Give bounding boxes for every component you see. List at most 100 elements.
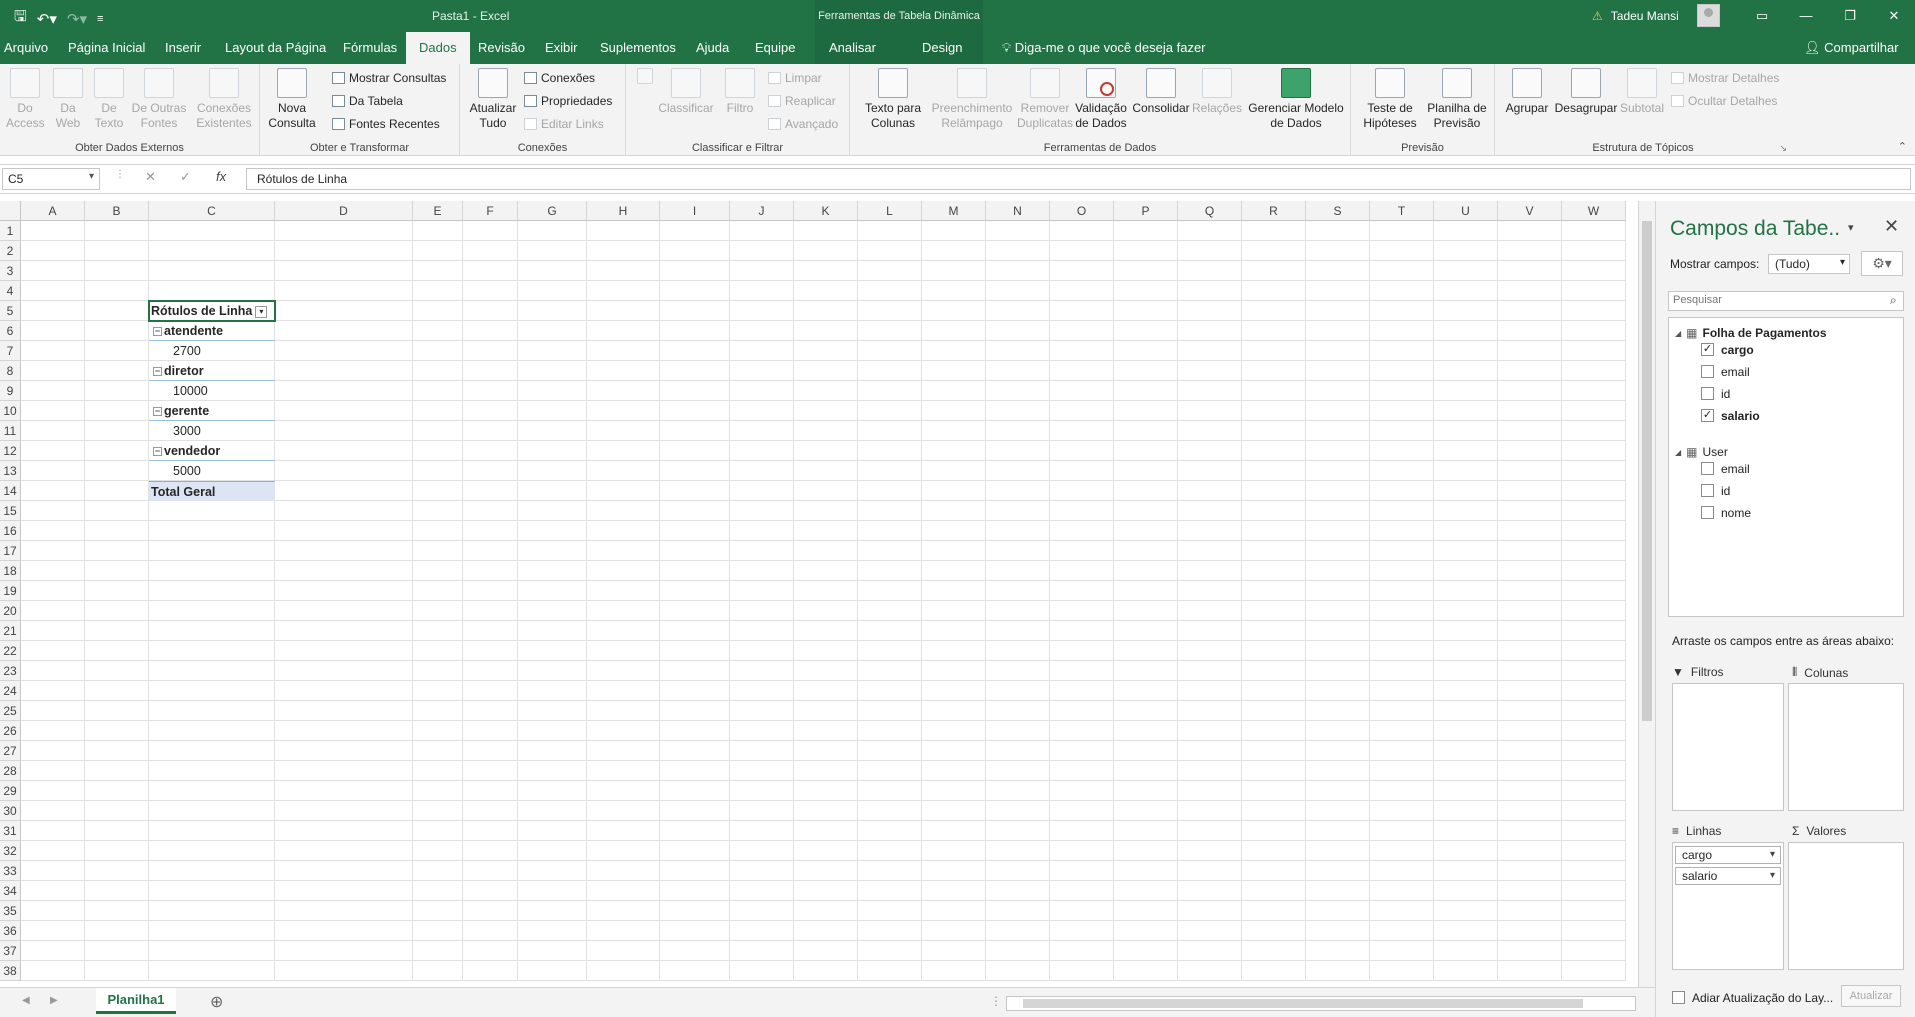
row-header[interactable]: 13 (0, 461, 21, 481)
row-header[interactable]: 38 (0, 961, 21, 981)
ribbon-display-icon[interactable]: ▭ (1740, 0, 1784, 32)
mostrar-consultas-button[interactable]: Mostrar Consultas (332, 71, 446, 85)
texto-para-colunas-button[interactable]: Texto para Colunas (862, 68, 924, 131)
tab-design[interactable]: Design (918, 32, 966, 64)
row-header[interactable]: 36 (0, 921, 21, 941)
columns-drop-area[interactable] (1788, 683, 1904, 811)
row-header[interactable]: 1 (0, 221, 21, 241)
de-outras-fontes-button[interactable]: De Outras Fontes (131, 68, 187, 131)
column-header[interactable]: S (1306, 201, 1370, 221)
da-web-button[interactable]: Da Web (50, 68, 86, 131)
desagrupar-button[interactable]: Desagrupar (1553, 68, 1619, 116)
column-header[interactable]: E (413, 201, 463, 221)
rows-drop-area[interactable]: cargo salario (1672, 842, 1784, 970)
search-input[interactable]: Pesquisar (1668, 291, 1904, 311)
row-header[interactable]: 29 (0, 781, 21, 801)
table-node[interactable]: ◢ ▦ User (1675, 445, 1728, 459)
atualizar-tudo-button[interactable]: Atualizar Tudo (468, 68, 518, 131)
column-header[interactable]: J (730, 201, 794, 221)
undo-icon[interactable]: ↶▾ (37, 10, 57, 28)
limpar-button[interactable]: Limpar (768, 71, 822, 85)
planilha-previsao-button[interactable]: Planilha de Previsão (1425, 68, 1489, 131)
row-header[interactable]: 16 (0, 521, 21, 541)
filtro-button[interactable]: Filtro (722, 68, 758, 116)
field-checkbox[interactable] (1701, 484, 1714, 497)
column-header[interactable]: B (85, 201, 149, 221)
minimize-icon[interactable]: — (1784, 0, 1828, 32)
insert-function-icon[interactable]: fx (216, 169, 226, 184)
row-header[interactable]: 28 (0, 761, 21, 781)
user-area[interactable]: ⚠ Tadeu Mansi (1592, 9, 1679, 23)
row-header[interactable]: 8 (0, 361, 21, 381)
tab-layout[interactable]: Layout da Página (221, 32, 330, 64)
save-icon[interactable]: 🖫 (14, 6, 27, 31)
row-header[interactable]: 22 (0, 641, 21, 661)
column-header[interactable]: W (1562, 201, 1626, 221)
column-header[interactable]: O (1050, 201, 1114, 221)
pivot-value-row[interactable]: 2700 (149, 341, 275, 361)
avancado-button[interactable]: Avançado (768, 117, 838, 131)
pivot-total-row[interactable]: Total Geral (149, 481, 275, 501)
select-all-corner[interactable] (0, 201, 21, 221)
row-header[interactable]: 30 (0, 801, 21, 821)
scroll-thumb[interactable] (1642, 221, 1652, 721)
column-header[interactable]: M (922, 201, 986, 221)
row-header[interactable]: 12 (0, 441, 21, 461)
restore-icon[interactable]: ❐ (1828, 0, 1872, 32)
de-texto-button[interactable]: De Texto (92, 68, 126, 131)
collapse-icon[interactable]: − (153, 367, 162, 377)
row-header[interactable]: 37 (0, 941, 21, 961)
row-header[interactable]: 10 (0, 401, 21, 421)
dialog-launcher-icon[interactable]: ↘ (1779, 143, 1787, 154)
avatar[interactable] (1697, 4, 1720, 27)
hscroll-thumb[interactable] (1023, 999, 1583, 1008)
vertical-scrollbar[interactable] (1638, 201, 1655, 987)
remover-duplicatas-button[interactable]: Remover Duplicatas (1013, 68, 1077, 131)
column-header[interactable]: F (463, 201, 518, 221)
field-checkbox[interactable]: ✓ (1701, 343, 1714, 356)
sheet-tab-planilha1[interactable]: Planilha1 (96, 988, 176, 1014)
column-header[interactable]: P (1114, 201, 1178, 221)
search-icon[interactable]: ⌕ (1890, 293, 1897, 308)
row-header[interactable]: 15 (0, 501, 21, 521)
collapse-icon[interactable]: − (153, 407, 162, 417)
pivot-value-row[interactable]: 10000 (149, 381, 275, 401)
tab-exibir[interactable]: Exibir (541, 32, 582, 64)
column-header[interactable]: V (1498, 201, 1562, 221)
column-header[interactable]: C (149, 201, 275, 221)
enter-icon[interactable]: ✓ (180, 169, 191, 185)
validacao-dados-button[interactable]: Validação de Dados (1072, 68, 1130, 131)
row-header[interactable]: 9 (0, 381, 21, 401)
conexoes-button[interactable]: Conexões (524, 71, 595, 85)
do-access-button[interactable]: Do Access (6, 68, 45, 131)
row-header[interactable]: 32 (0, 841, 21, 861)
pivot-header-cell[interactable]: Rótulos de Linha ▾ (148, 300, 276, 322)
relacoes-button[interactable]: Relações (1192, 68, 1242, 116)
row-field-salario[interactable]: salario (1675, 867, 1781, 885)
pivot-group-row[interactable]: − gerente (149, 401, 275, 421)
row-field-cargo[interactable]: cargo (1675, 846, 1781, 864)
tell-me-box[interactable]: 💡︎ Diga-me o que você deseja fazer (998, 32, 1210, 64)
row-header[interactable]: 23 (0, 661, 21, 681)
row-header[interactable]: 18 (0, 561, 21, 581)
reaplicar-button[interactable]: Reaplicar (768, 94, 836, 108)
teste-hipoteses-button[interactable]: Teste de Hipóteses (1357, 68, 1423, 131)
row-header[interactable]: 34 (0, 881, 21, 901)
add-sheet-icon[interactable]: ⊕ (210, 992, 223, 1012)
classificar-button[interactable]: Classificar (656, 68, 716, 116)
prev-sheet-icon[interactable]: ◀ (22, 995, 30, 1006)
editar-links-button[interactable]: Editar Links (524, 117, 604, 131)
horizontal-scrollbar[interactable] (1006, 996, 1636, 1011)
row-header[interactable]: 31 (0, 821, 21, 841)
nova-consulta-button[interactable]: Nova Consulta (266, 68, 318, 131)
conexoes-existentes-button[interactable]: Conexões Existentes (194, 68, 254, 131)
tab-suplementos[interactable]: Suplementos (596, 32, 680, 64)
row-header[interactable]: 11 (0, 421, 21, 441)
tab-pagina-inicial[interactable]: Página Inicial (64, 32, 149, 64)
row-header[interactable]: 3 (0, 261, 21, 281)
column-header[interactable]: T (1370, 201, 1434, 221)
field-checkbox[interactable]: ✓ (1701, 409, 1714, 422)
pivot-group-row[interactable]: − atendente (149, 321, 275, 341)
column-header[interactable]: U (1434, 201, 1498, 221)
tools-gear-button[interactable]: ⚙▾ (1861, 251, 1903, 276)
